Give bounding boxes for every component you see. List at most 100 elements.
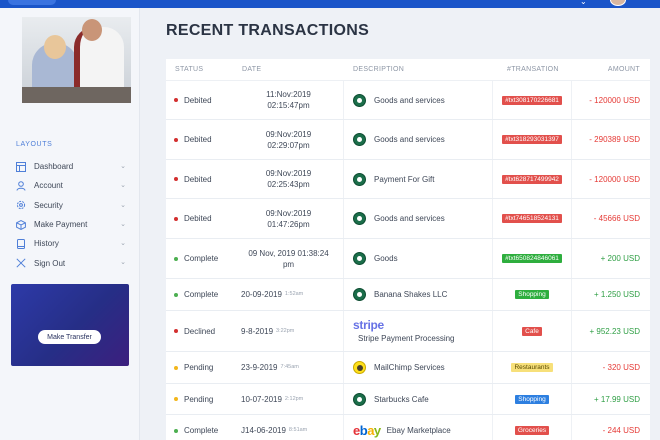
transaction-id-badge: #txt628717499942: [502, 174, 562, 184]
status-text: Complete: [184, 426, 219, 435]
chevron-down-icon: ⌄: [120, 220, 126, 228]
date-text: 09:Nov:2019: [265, 208, 312, 218]
column-header-amount[interactable]: AMOUNT: [608, 66, 640, 73]
time-text: 1:52am: [284, 291, 304, 297]
chevron-down-icon: ⌄: [120, 182, 126, 190]
starbucks-logo-icon: [353, 93, 366, 107]
date-text: 11:Nov:2019: [266, 90, 311, 99]
description-text: Goods and services: [374, 95, 445, 105]
table-row[interactable]: Debited 09:Nov:2019 02:25:43pm Payment Fo…: [166, 160, 650, 199]
transaction-id-badge: #txt318293031397: [502, 135, 562, 144]
transaction-id-cell: #txt628717499942: [496, 160, 568, 198]
gear-icon: [14, 199, 28, 211]
category-badge: Shopping: [515, 290, 549, 299]
amount-cell: - 290389 USD: [589, 135, 640, 144]
table-row[interactable]: Debited 09:Nov:2019 02:29:07pm Goods and …: [166, 120, 650, 160]
transactions-table: STATUS DATE DESCRIPTION #TRANSATION AMOU…: [166, 59, 650, 440]
transaction-id-badge: #txt650824846061: [502, 254, 562, 263]
table-row[interactable]: Complete 20-09-2019 1:52am Banana Shakes …: [166, 279, 650, 311]
transaction-id-badge: #txt308170226681: [502, 95, 562, 105]
sidebar-item-security[interactable]: Security ⌄: [14, 196, 128, 215]
dashboard-icon: [14, 161, 28, 173]
amount-cell: + 17.99 USD: [593, 394, 640, 404]
chevron-down-icon: ⌄: [120, 201, 126, 209]
sidebar-item-dashboard[interactable]: Dashboard ⌄: [14, 157, 128, 176]
category-badge: Cafe: [522, 326, 542, 336]
status-text: Pending: [184, 394, 214, 404]
transaction-id-cell: #txt308170226681: [496, 81, 568, 119]
table-row[interactable]: Complete 09 Nov, 2019 01:38:24 pm Goods #…: [166, 239, 650, 279]
table-row[interactable]: Declined 9-8-2019 3:22pm stripe Stripe Pay…: [166, 311, 650, 352]
sidebar-item-label: Security: [34, 200, 63, 210]
status-dot: [174, 292, 178, 297]
table-row[interactable]: Pending 10-07-2019 2:12pm Starbucks Cafe …: [166, 384, 650, 415]
starbucks-logo-icon: [353, 252, 366, 265]
description-text: MailChimp Services: [374, 363, 445, 372]
status-text: Debited: [184, 174, 212, 184]
status-dot: [174, 216, 178, 221]
time-text: 7:45am: [280, 364, 299, 370]
user-avatar[interactable]: [610, 0, 626, 6]
description-cell: ebay Ebay Marketplace: [353, 415, 451, 440]
table-header: STATUS DATE DESCRIPTION #TRANSATION AMOU…: [166, 59, 650, 81]
column-header-description[interactable]: DESCRIPTION: [353, 66, 404, 73]
chevron-down-icon[interactable]: ⌄: [580, 0, 587, 6]
sidebar-item-sign-out[interactable]: Sign Out ⌄: [14, 253, 128, 272]
status-cell: Declined: [174, 311, 215, 351]
column-header-date[interactable]: DATE: [242, 66, 261, 73]
status-dot: [174, 428, 178, 433]
description-text: Payment For Gift: [374, 174, 435, 184]
status-cell: Debited: [174, 199, 212, 238]
table-row[interactable]: Debited 09:Nov:2019 01:47:26pm Goods and …: [166, 199, 650, 239]
status-dot: [174, 98, 178, 102]
transaction-id-cell: #txt746518524131: [496, 199, 568, 238]
date-cell: 9-8-2019 3:22pm: [241, 311, 336, 351]
description-text: Goods and services: [374, 135, 445, 144]
description-text: Stripe Payment Processing: [358, 334, 455, 343]
status-text: Pending: [184, 363, 214, 372]
stripe-logo: stripe: [353, 318, 384, 332]
brand-logo[interactable]: [8, 0, 56, 5]
description-cell: Goods and services: [353, 199, 445, 238]
description-cell: Banana Shakes LLC: [353, 279, 447, 310]
category-cell: Groceries: [496, 415, 568, 440]
amount-cell: - 45666 USD: [593, 214, 640, 223]
table-row[interactable]: Debited 11:Nov:2019 02:15:47pm Goods and …: [166, 81, 650, 120]
column-header-status[interactable]: STATUS: [175, 66, 203, 73]
description-text: Starbucks Cafe: [374, 394, 429, 404]
date-cell: 09 Nov, 2019 01:38:24 pm: [241, 239, 336, 278]
time-text: 02:25:43pm: [267, 180, 310, 189]
sidebar-item-label: Dashboard: [34, 162, 74, 172]
date-text: 20-09-2019: [241, 290, 282, 299]
category-cell: Shopping: [496, 279, 568, 310]
description-text: Ebay Marketplace: [386, 426, 451, 435]
description-cell: MailChimp Services: [353, 352, 445, 383]
date-cell: 09:Nov:2019 02:29:07pm: [241, 120, 336, 159]
description-cell: Goods: [353, 239, 398, 278]
sidebar-item-account[interactable]: Account ⌄: [14, 176, 128, 195]
sidebar-item-make-payment[interactable]: Make Payment ⌄: [14, 215, 128, 234]
status-dot: [174, 256, 178, 261]
table-row[interactable]: Complete J14-06-2019 8:51am ebay Ebay Mark…: [166, 415, 650, 440]
table-row[interactable]: Pending 23-9-2019 7:45am MailChimp Servic…: [166, 352, 650, 384]
time-text: 2:12pm: [284, 395, 304, 402]
column-header-transaction[interactable]: #TRANSATION: [507, 66, 559, 73]
sidebar-item-label: History: [34, 239, 59, 249]
make-transfer-button[interactable]: Make Transfer: [38, 330, 101, 344]
sidebar-item-label: Account: [34, 181, 63, 191]
amount-cell: - 320 USD: [602, 363, 640, 372]
status-text: Debited: [184, 214, 212, 223]
date-cell: 10-07-2019 2:12pm: [241, 384, 336, 414]
starbucks-logo-icon: [353, 288, 366, 301]
category-cell: Restaurants: [496, 352, 568, 383]
status-text: Complete: [184, 290, 219, 299]
transaction-id-cell: #txt650824846061: [496, 239, 568, 278]
time-text: 01:47:26pm: [267, 219, 310, 229]
status-dot: [174, 329, 178, 333]
time-text: 02:29:07pm: [267, 140, 310, 150]
description-text: Goods: [374, 254, 398, 263]
ebay-logo: ebay: [353, 423, 381, 438]
starbucks-logo-icon: [353, 212, 366, 225]
category-badge: Groceries: [514, 426, 550, 435]
sidebar-item-history[interactable]: History ⌄: [14, 234, 128, 253]
